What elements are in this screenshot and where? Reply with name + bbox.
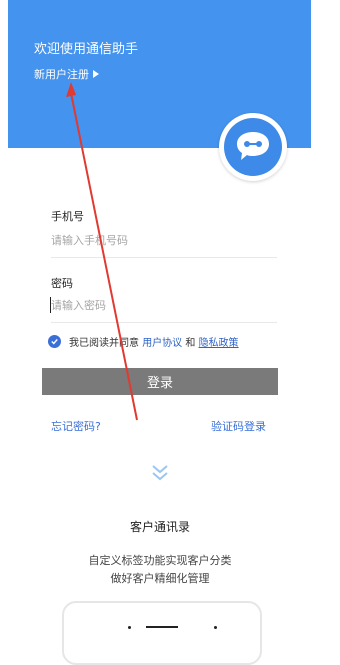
agreement-and: 和 — [185, 338, 196, 349]
phone-camera-dot — [128, 626, 131, 629]
login-screen: 欢迎使用通信助手 新用户注册 手机号 密码 我已阅读并同意 用户协议 和 隐私政… — [0, 0, 340, 665]
user-agreement-link[interactable]: 用户协议 — [142, 338, 182, 349]
phone-label: 手机号 — [51, 210, 84, 223]
agreement-prefix: 我已阅读并同意 — [69, 338, 139, 349]
phone-input[interactable] — [51, 234, 277, 258]
register-link[interactable]: 新用户注册 — [34, 66, 99, 82]
feature-title: 客户通讯录 — [129, 520, 190, 534]
phone-illustration — [62, 601, 262, 665]
play-triangle-icon — [93, 70, 99, 78]
password-input[interactable] — [51, 299, 277, 323]
welcome-title: 欢迎使用通信助手 — [34, 42, 139, 57]
app-logo — [219, 113, 287, 181]
code-login-link[interactable]: 验证码登录 — [211, 418, 266, 434]
forgot-password-link[interactable]: 忘记密码? — [51, 418, 101, 434]
password-label: 密码 — [51, 277, 73, 290]
agreement-row: 我已阅读并同意 用户协议 和 隐私政策 — [48, 334, 239, 349]
feature-desc-line1: 自定义标签功能实现客户分类 — [88, 554, 232, 567]
text-caret — [50, 297, 51, 313]
phone-sensor-dot — [214, 626, 217, 629]
register-label: 新用户注册 — [34, 68, 89, 81]
login-button[interactable]: 登录 — [42, 368, 278, 395]
check-circle-icon[interactable] — [48, 335, 61, 348]
chat-bot-icon — [224, 118, 282, 176]
double-chevron-down-icon[interactable] — [150, 462, 170, 484]
feature-desc-line2: 做好客户精细化管理 — [110, 572, 210, 585]
phone-speaker — [146, 626, 178, 628]
privacy-policy-link[interactable]: 隐私政策 — [199, 338, 239, 349]
